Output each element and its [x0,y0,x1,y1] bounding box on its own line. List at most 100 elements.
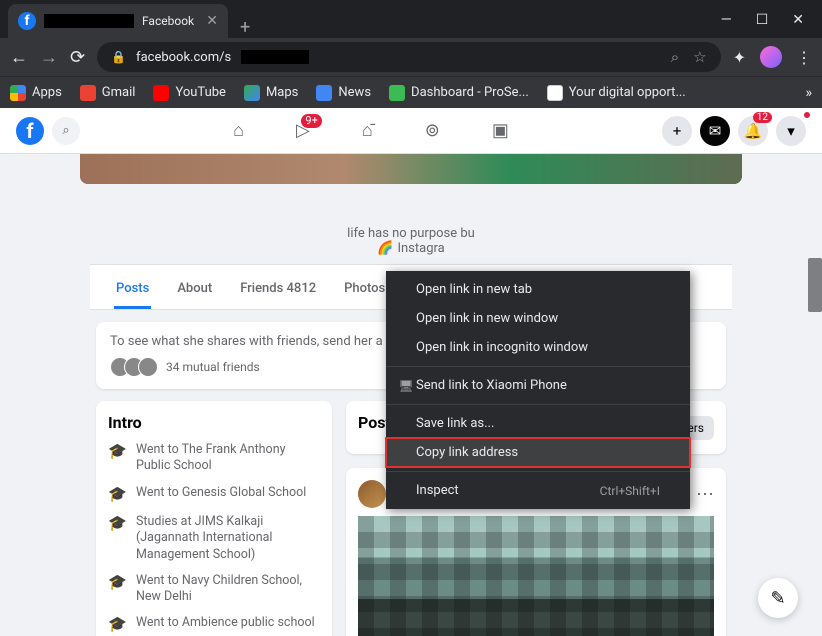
profile-avatar-icon[interactable] [760,46,782,68]
intro-item[interactable]: 🎓Studies at JIMS Kalkaji (Jagannath Inte… [108,514,320,563]
intro-item[interactable]: 🎓Went to The Frank Anthony Public School [108,442,320,475]
device-icon: 🖥 [396,379,416,393]
addr-star-icon[interactable]: ☆ [693,48,706,66]
post-avatar[interactable] [358,480,386,508]
news-icon [316,85,332,101]
bookmarks-overflow-button[interactable]: » [805,85,812,101]
ctx-separator [386,366,690,367]
ctx-copy-link-address[interactable]: Copy link address [386,438,690,467]
nav-reload-button[interactable]: ⟳ [70,47,85,68]
extension-area: ✦ ⋮ [733,46,812,68]
bookmark-label: News [338,85,371,100]
nav-back-button[interactable]: ← [10,47,28,68]
intro-item[interactable]: 🎓 Went to Genesis Global School [108,485,320,505]
chevron-down-icon: ▾ [787,122,795,140]
window-close-button[interactable]: ✕ [792,12,804,28]
watch-icon[interactable]: ▷9+ [296,120,310,141]
google-icon [547,85,563,101]
gmail-icon [80,85,96,101]
context-menu: Open link in new tab Open link in new wi… [386,271,690,509]
post-more-button[interactable]: ⋯ [696,484,714,505]
bookmark-youtube[interactable]: YouTube [153,85,226,101]
url-redacted [241,50,309,64]
education-icon: 🎓 [108,485,126,505]
bookmark-maps[interactable]: Maps [244,85,298,101]
facebook-favicon-icon: f [18,12,36,30]
url-text: facebook.com/s [136,50,231,65]
ctx-send-to-device[interactable]: 🖥Send link to Xiaomi Phone [386,371,690,400]
lock-icon: 🔒 [111,50,126,64]
ctx-open-incognito[interactable]: Open link in incognito window [386,333,690,362]
extensions-icon[interactable]: ✦ [733,48,746,67]
fb-center-nav: ⌂ ▷9+ ⌂̄ ⊚ ▣ [80,120,662,141]
profile-cover [80,154,742,184]
fb-logo-icon[interactable]: f [16,117,44,145]
tab-posts[interactable]: Posts [114,271,151,309]
bookmark-label: Apps [32,85,62,100]
bookmark-dashboard[interactable]: Dashboard - ProSe... [389,85,529,101]
window-minimize-button[interactable]: — [721,12,732,28]
notif-badge: 12 [753,112,772,123]
nav-forward-button[interactable]: → [40,47,58,68]
ctx-label: Inspect [416,483,459,498]
tab-friends[interactable]: Friends 4812 [238,271,318,309]
bookmark-label: Dashboard - ProSe... [411,85,529,100]
messenger-button[interactable]: ✉ [700,116,730,146]
page-content: f ⌕ ⌂ ▷9+ ⌂̄ ⊚ ▣ + ✉ 🔔12 ▾ life has no p… [0,108,822,636]
mutual-avatars [110,357,158,377]
intro-text: Studies at JIMS Kalkaji (Jagannath Inter… [136,514,320,563]
cover-photo[interactable] [80,154,742,184]
tab-photos[interactable]: Photos [342,271,387,309]
bookmark-apps[interactable]: Apps [10,85,62,101]
browser-menu-button[interactable]: ⋮ [796,48,812,67]
browser-toolbar: ← → ⟳ 🔒 facebook.com/s ⌕ ☆ ✦ ⋮ [0,38,822,76]
bookmark-label: YouTube [175,85,226,100]
bookmark-digital[interactable]: Your digital opport... [547,85,686,101]
scrollbar-thumb[interactable] [808,258,822,312]
groups-icon[interactable]: ⊚ [425,120,440,141]
fb-search-button[interactable]: ⌕ [52,117,80,145]
tab-about[interactable]: About [175,271,214,309]
bookmark-label: Gmail [102,85,136,100]
address-actions: ⌕ ☆ [671,48,707,66]
intro-text: Went to Genesis Global School [136,485,306,505]
bookmark-news[interactable]: News [316,85,371,101]
new-message-button[interactable]: ✎ [758,578,798,618]
post-image[interactable] [358,516,714,636]
profile-bio: life has no purpose bu 🌈Instagra [0,184,822,264]
ctx-open-new-tab[interactable]: Open link in new tab [386,275,690,304]
bookmark-gmail[interactable]: Gmail [80,85,136,101]
maps-icon [244,85,260,101]
intro-item[interactable]: 🎓Went to Navy Children School, New Delhi [108,573,320,606]
plus-icon: + [673,122,682,140]
fb-header-right: + ✉ 🔔12 ▾ [662,116,806,146]
address-bar[interactable]: 🔒 facebook.com/s ⌕ ☆ [97,42,721,72]
tab-close-button[interactable]: ✕ [206,13,218,29]
fb-header: f ⌕ ⌂ ▷9+ ⌂̄ ⊚ ▣ + ✉ 🔔12 ▾ [0,108,822,154]
home-icon[interactable]: ⌂ [233,120,244,141]
intro-text: Went to The Frank Anthony Public School [136,442,320,475]
bookmark-label: Your digital opport... [569,85,686,100]
education-icon: 🎓 [108,573,126,606]
ctx-inspect[interactable]: InspectCtrl+Shift+I [386,476,690,505]
account-menu-button[interactable]: ▾ [776,116,806,146]
youtube-icon [153,85,169,101]
window-maximize-button[interactable]: ☐ [756,12,769,28]
watch-badge: 9+ [301,114,321,128]
bookmark-label: Maps [266,85,298,100]
addr-search-icon[interactable]: ⌕ [671,48,679,66]
browser-tab[interactable]: f Facebook ✕ [8,4,228,38]
create-button[interactable]: + [662,116,692,146]
tab-title-redacted [44,14,134,28]
ctx-open-new-window[interactable]: Open link in new window [386,304,690,333]
gaming-icon[interactable]: ▣ [492,120,509,141]
ctx-save-link-as[interactable]: Save link as... [386,409,690,438]
marketplace-icon[interactable]: ⌂̄ [362,120,373,141]
intro-card: Intro 🎓Went to The Frank Anthony Public … [96,401,332,636]
intro-item[interactable]: 🎓Went to Ambience public school [108,615,320,635]
notifications-button[interactable]: 🔔12 [738,116,768,146]
rainbow-icon: 🌈 [377,241,393,256]
new-tab-button[interactable]: + [228,17,262,38]
ctx-separator [386,471,690,472]
intro-text: Went to Ambience public school [136,615,315,635]
